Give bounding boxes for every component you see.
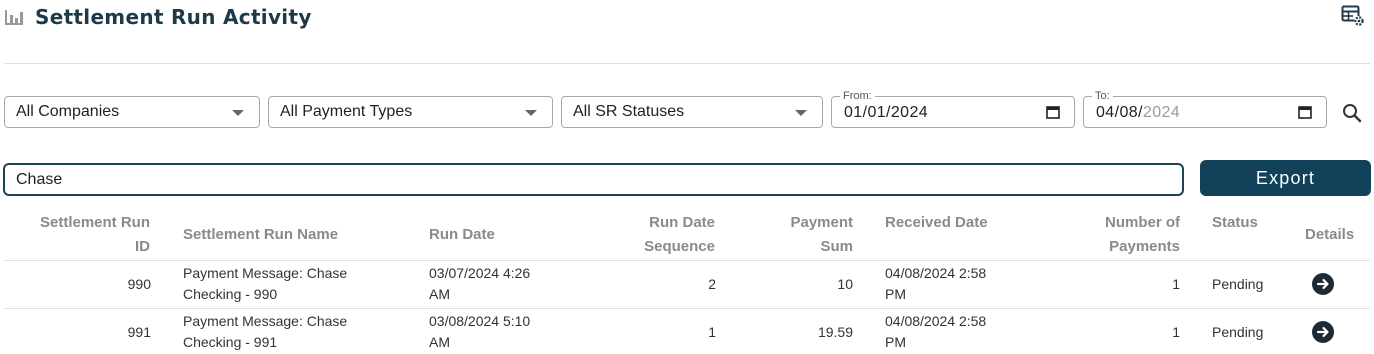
column-header-payment-sum-line2: Sum — [820, 238, 853, 255]
cell-received-date: 04/08/2024 2:58 PM — [885, 311, 986, 353]
cell-number-of-payments: 1 — [1172, 276, 1180, 292]
company-select[interactable]: All Companies — [4, 96, 260, 128]
search-input-value: Chase — [16, 170, 63, 188]
row-divider — [4, 260, 1370, 261]
calendar-icon[interactable] — [1298, 105, 1312, 119]
cell-received-line1: 04/08/2024 2:58 — [885, 265, 987, 281]
page-title: Settlement Run Activity — [35, 5, 312, 29]
export-button[interactable]: Export — [1200, 160, 1371, 196]
cell-name-line1: Payment Message: Chase — [183, 265, 348, 281]
to-date-entered: 04/08/ — [1096, 104, 1143, 121]
column-header-sequence[interactable]: Run Date Sequence — [644, 211, 715, 259]
cell-status: Pending — [1212, 324, 1264, 340]
cell-name-line2: Checking - 991 — [183, 334, 278, 350]
to-date-placeholder: 2024 — [1142, 104, 1181, 121]
cell-run-date-line2: AM — [429, 286, 450, 302]
sr-status-select[interactable]: All SR Statuses — [561, 96, 823, 128]
chevron-down-icon — [525, 110, 537, 116]
column-header-details: Details — [1305, 226, 1355, 243]
cell-name-line1: Payment Message: Chase — [183, 313, 348, 329]
cell-run-date-line1: 03/07/2024 4:26 — [429, 265, 531, 281]
sr-status-select-value: All SR Statuses — [573, 103, 685, 120]
column-header-sequence-line2: Sequence — [644, 238, 715, 255]
cell-received-line1: 04/08/2024 2:58 — [885, 313, 987, 329]
to-date-label: To: — [1092, 90, 1113, 102]
to-date-field[interactable]: To: 04/08/2024 — [1083, 90, 1327, 128]
cell-received-line2: PM — [885, 286, 906, 302]
cell-number-of-payments: 1 — [1172, 324, 1180, 340]
cell-received-line2: PM — [885, 334, 906, 350]
cell-sequence: 1 — [708, 324, 716, 340]
cell-run-date: 03/08/2024 5:10 AM — [429, 311, 530, 353]
column-header-received-date[interactable]: Received Date — [885, 211, 988, 235]
cell-payment-sum: 10 — [837, 276, 853, 292]
row-divider — [4, 308, 1370, 309]
table-settings-icon[interactable] — [1341, 5, 1365, 27]
column-header-number-of-payments[interactable]: Number of Payments — [1105, 211, 1180, 259]
payment-type-select[interactable]: All Payment Types — [268, 96, 553, 128]
cell-name-line2: Checking - 990 — [183, 286, 278, 302]
column-header-payment-sum[interactable]: Payment Sum — [790, 211, 853, 259]
search-icon[interactable] — [1340, 101, 1364, 125]
cell-received-date: 04/08/2024 2:58 PM — [885, 263, 986, 305]
from-date-value: 01/01/2024 — [844, 104, 929, 121]
cell-status: Pending — [1212, 276, 1264, 292]
column-header-payment-sum-line1: Payment — [790, 214, 853, 231]
column-header-id-line1: Settlement Run — [39, 214, 150, 231]
column-header-name[interactable]: Settlement Run Name — [183, 223, 338, 247]
from-date-field[interactable]: From: 01/01/2024 — [831, 90, 1075, 128]
from-date-label: From: — [840, 90, 875, 102]
cell-run-date: 03/07/2024 4:26 AM — [429, 263, 530, 305]
column-header-id-line2: ID — [135, 238, 150, 255]
cell-name: Payment Message: Chase Checking - 990 — [183, 263, 347, 305]
header-divider — [4, 63, 1370, 64]
search-input[interactable]: Chase — [3, 163, 1184, 196]
column-header-number-line1: Number of — [1105, 214, 1180, 231]
column-header-number-line2: Payments — [1109, 238, 1180, 255]
cell-payment-sum: 19.59 — [817, 324, 853, 340]
arrow-right-circle-icon[interactable] — [1312, 321, 1334, 343]
column-header-sequence-line1: Run Date — [649, 214, 715, 231]
calendar-icon[interactable] — [1046, 105, 1060, 119]
cell-id: 991 — [127, 324, 151, 340]
arrow-right-circle-icon[interactable] — [1312, 273, 1334, 295]
page-header: Settlement Run Activity — [4, 4, 312, 30]
company-select-value: All Companies — [16, 103, 120, 120]
cell-sequence: 2 — [708, 276, 716, 292]
column-header-status[interactable]: Status — [1212, 211, 1258, 235]
bar-chart-icon — [4, 8, 24, 26]
chevron-down-icon — [232, 110, 244, 116]
payment-type-select-value: All Payment Types — [280, 103, 413, 120]
cell-run-date-line2: AM — [429, 334, 450, 350]
to-date-value: 04/08/2024 — [1096, 104, 1180, 122]
chevron-down-icon — [795, 110, 807, 116]
cell-name: Payment Message: Chase Checking - 991 — [183, 311, 347, 353]
column-header-id[interactable]: Settlement Run ID — [40, 211, 150, 259]
cell-run-date-line1: 03/08/2024 5:10 — [429, 313, 531, 329]
column-header-run-date[interactable]: Run Date — [429, 223, 495, 247]
cell-id: 990 — [127, 276, 151, 292]
